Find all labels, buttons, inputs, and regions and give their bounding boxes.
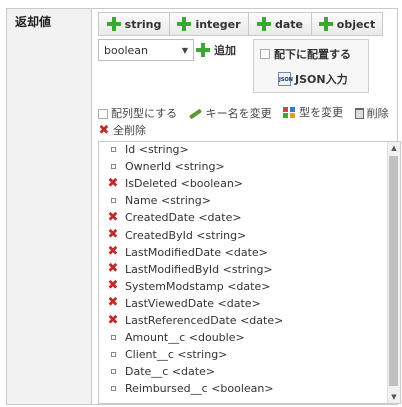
field-row[interactable]: OwnerId <string> xyxy=(99,158,225,175)
array-type-label: 配列型にする xyxy=(111,107,178,120)
field-row-label: CreatedById <string> xyxy=(125,228,247,242)
x-icon: ✖ xyxy=(107,227,119,242)
delete-label: 削除 xyxy=(366,106,389,120)
field-row-label: Client__c <string> xyxy=(125,348,228,362)
place-under-checkbox[interactable]: 配下に配置する xyxy=(260,46,351,62)
change-type-button[interactable]: 型を変更 xyxy=(283,105,343,120)
scrollbar[interactable]: ▲ ▼ xyxy=(387,142,400,403)
chevron-down-icon: ▼ xyxy=(181,45,188,55)
pencil-icon xyxy=(189,109,203,119)
field-row[interactable]: ✖ LastViewedDate <date> xyxy=(99,295,261,312)
field-row[interactable]: ✖ SystemModstamp <date> xyxy=(99,278,271,295)
delete-button[interactable]: 削除 xyxy=(354,106,389,121)
return-value-panel: 返却値 string integer date object boolean ▼ xyxy=(6,8,401,405)
field-row-label: LastReferencedDate <date> xyxy=(125,314,284,327)
checkbox-icon xyxy=(260,49,270,59)
field-row-label: OwnerId <string> xyxy=(125,160,225,174)
add-object-label: object xyxy=(336,17,376,31)
rename-key-label: キー名を変更 xyxy=(205,107,272,120)
trash-icon xyxy=(354,107,364,119)
add-date-label: date xyxy=(274,17,303,31)
field-row-label: Id <string> xyxy=(125,143,189,156)
scroll-up-arrow-icon[interactable]: ▲ xyxy=(388,142,400,154)
x-icon: ✖ xyxy=(107,278,119,294)
x-icon: ✖ xyxy=(107,312,119,328)
field-row-label: IsDeleted <boolean> xyxy=(125,177,244,191)
field-row-label: Reimbursed__c <boolean> xyxy=(125,382,274,396)
plus-icon xyxy=(177,17,192,31)
field-row[interactable]: ✖ LastModifiedById <string> xyxy=(99,261,273,278)
field-row-label: LastModifiedDate <date> xyxy=(125,245,268,259)
place-under-label: 配下に配置する xyxy=(274,48,351,61)
add-object-button[interactable]: object xyxy=(311,12,383,36)
add-integer-button[interactable]: integer xyxy=(169,12,249,36)
field-row-label: Name <string> xyxy=(125,194,211,208)
scrollbar-thumb[interactable] xyxy=(389,156,398,386)
field-row[interactable]: ✖ LastReferencedDate <date> xyxy=(99,312,284,329)
plus-icon xyxy=(196,43,210,57)
plus-icon xyxy=(106,17,121,31)
plus-icon xyxy=(256,17,271,31)
json-input-button[interactable]: JSON JSON入力 xyxy=(278,71,348,87)
square-bullet-icon xyxy=(105,164,121,170)
field-row-label: CreatedDate <date> xyxy=(125,211,242,225)
square-bullet-icon xyxy=(105,369,121,375)
scroll-down-arrow-icon[interactable]: ▼ xyxy=(388,391,400,403)
field-row[interactable]: ✖ LastModifiedDate <date> xyxy=(99,244,268,261)
add-button-label: 追加 xyxy=(214,44,236,57)
x-icon: ✖ xyxy=(107,175,119,191)
field-row[interactable]: Id <string> xyxy=(99,142,189,158)
type-button-row: string integer date object xyxy=(98,12,383,36)
type-change-icon xyxy=(283,106,296,119)
change-type-label: 型を変更 xyxy=(299,106,344,119)
square-bullet-icon xyxy=(105,386,121,392)
field-row-label: Amount__c <double> xyxy=(125,331,245,345)
field-row-label: Date__c <date> xyxy=(125,365,216,379)
square-bullet-icon xyxy=(105,198,121,204)
x-icon: ✖ xyxy=(98,122,110,138)
field-label: 返却値 xyxy=(15,15,52,29)
x-icon: ✖ xyxy=(107,295,119,311)
add-date-button[interactable]: date xyxy=(248,12,312,36)
json-file-icon: JSON xyxy=(278,72,293,86)
field-row[interactable]: Client__c <string> xyxy=(99,346,227,363)
x-icon: ✖ xyxy=(107,261,119,277)
field-toolbar: 配列型にする キー名を変更 型を変更 削除 ✖ 全削除 xyxy=(98,105,398,138)
editor-area: string integer date object boolean ▼ 追加 xyxy=(92,9,401,404)
add-button[interactable]: 追加 xyxy=(196,39,236,61)
field-row-label: LastViewedDate <date> xyxy=(125,296,261,310)
delete-all-label: 全削除 xyxy=(113,124,146,137)
x-icon: ✖ xyxy=(107,209,119,225)
field-list[interactable]: ▲ ▼ Id <string> OwnerId <string> ✖ IsDelete… xyxy=(98,141,401,404)
field-row[interactable]: ✖ IsDeleted <boolean> xyxy=(99,175,243,192)
square-bullet-icon xyxy=(105,147,121,152)
type-select[interactable]: boolean ▼ xyxy=(98,39,194,61)
square-bullet-icon xyxy=(105,352,121,358)
field-row[interactable]: Name <string> xyxy=(99,192,211,209)
field-row[interactable]: Amount__c <double> xyxy=(99,329,245,346)
add-integer-label: integer xyxy=(195,17,241,31)
placement-group: 配下に配置する JSON JSON入力 xyxy=(253,39,369,93)
add-string-label: string xyxy=(124,17,162,31)
plus-icon xyxy=(318,17,333,31)
field-row-label: LastModifiedById <string> xyxy=(125,262,273,276)
add-string-button[interactable]: string xyxy=(98,12,170,36)
type-select-value: boolean xyxy=(104,43,148,57)
x-icon: ✖ xyxy=(107,244,119,260)
field-row[interactable]: ✖ CreatedDate <date> xyxy=(99,209,242,226)
field-row[interactable]: Reimbursed__c <boolean> xyxy=(99,380,274,397)
array-type-checkbox[interactable]: 配列型にする xyxy=(98,106,177,121)
field-row[interactable]: Date__c <date> xyxy=(99,363,215,380)
field-row-label: SystemModstamp <date> xyxy=(125,279,271,293)
delete-all-button[interactable]: ✖ 全削除 xyxy=(98,123,146,138)
field-row[interactable]: ✖ CreatedById <string> xyxy=(99,227,247,244)
json-input-label: JSON入力 xyxy=(295,73,348,86)
label-column: 返却値 xyxy=(7,9,92,404)
square-bullet-icon xyxy=(105,335,121,341)
rename-key-button[interactable]: キー名を変更 xyxy=(189,106,272,121)
checkbox-icon xyxy=(98,108,108,119)
